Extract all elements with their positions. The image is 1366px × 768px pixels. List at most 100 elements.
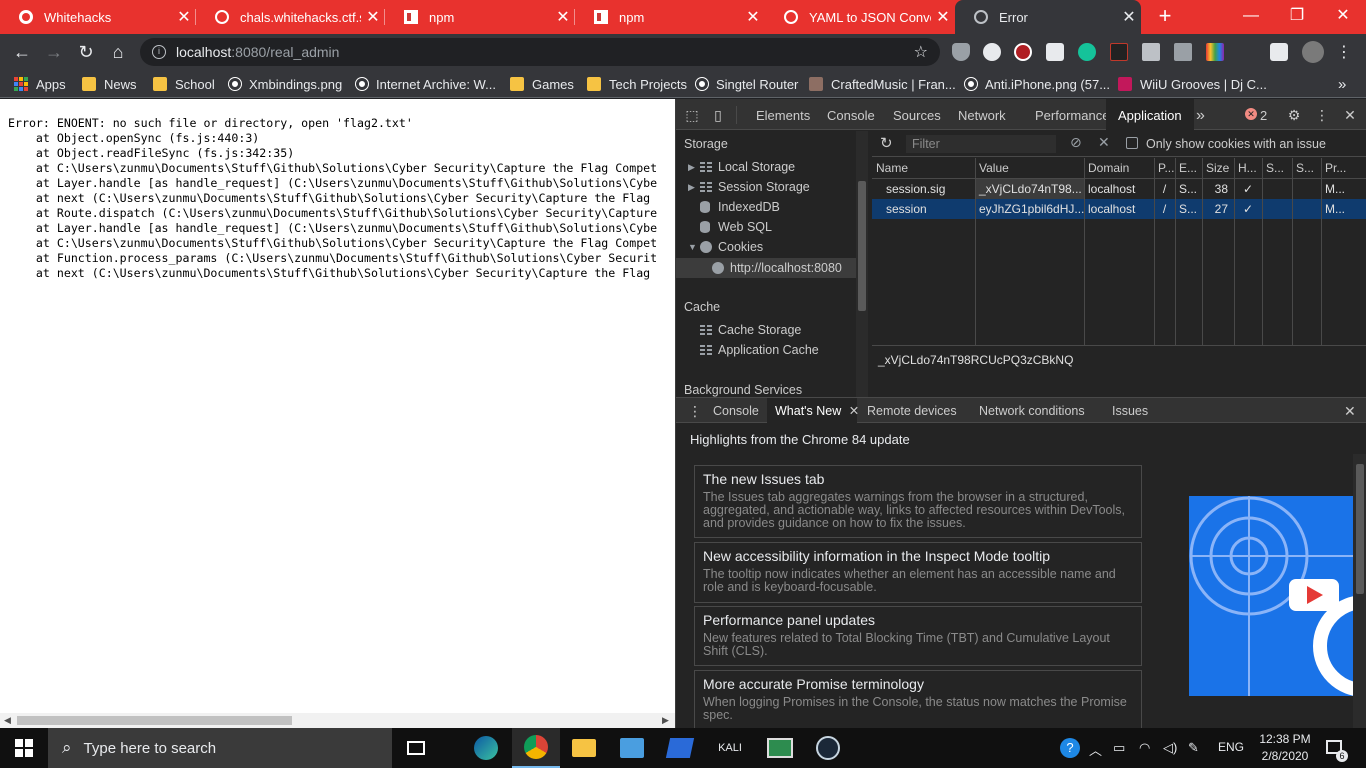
devtools-tab-elements[interactable]: Elements: [756, 99, 810, 130]
close-drawer-icon[interactable]: ✕: [1344, 398, 1356, 423]
sidebar-item-indexeddb[interactable]: IndexedDB: [700, 200, 780, 214]
close-tab-icon[interactable]: ✕: [551, 7, 575, 27]
bookmark-star-icon[interactable]: ☆: [914, 42, 928, 62]
delete-selected-icon[interactable]: ✕: [1098, 134, 1110, 151]
color-picker-icon[interactable]: [1206, 43, 1224, 61]
column-header[interactable]: S...: [1262, 158, 1292, 178]
bookmark-internet-archive[interactable]: Internet Archive: W...: [356, 76, 496, 92]
devtools-tab-performance[interactable]: Performance: [1035, 99, 1109, 130]
bookmark-craftedmusic[interactable]: CraftedMusic | Fran...: [809, 76, 956, 92]
powershell-button[interactable]: [656, 728, 704, 768]
drawer-tab-whats-new[interactable]: What's New ✕: [767, 398, 859, 423]
sidebar-item-cookie-origin[interactable]: http://localhost:8080: [676, 258, 856, 278]
tab-yaml-json[interactable]: YAML to JSON Converte ✕: [765, 0, 955, 34]
feature-card[interactable]: New accessibility information in the Ins…: [694, 542, 1142, 603]
close-tab-icon[interactable]: ✕: [172, 7, 196, 27]
close-tab-icon[interactable]: ✕: [741, 7, 765, 27]
grammarly-icon[interactable]: [1078, 43, 1096, 61]
bookmark-xmbindings[interactable]: Xmbindings.png: [229, 76, 342, 92]
sidebar-scrollbar[interactable]: [856, 131, 868, 397]
bookmark-anti-iphone[interactable]: Anti.iPhone.png (57...: [965, 76, 1110, 92]
task-view-button[interactable]: [392, 728, 440, 768]
back-button[interactable]: ←: [8, 38, 36, 66]
drawer-menu-icon[interactable]: ⋮: [688, 398, 702, 423]
settings-gear-icon[interactable]: ⚙: [1286, 107, 1302, 123]
bookmark-games[interactable]: Games: [510, 76, 574, 92]
expand-arrow-icon[interactable]: ▶: [688, 182, 700, 193]
column-header[interactable]: E...: [1175, 158, 1202, 178]
file-explorer-button[interactable]: [560, 728, 608, 768]
reload-button[interactable]: ↻: [72, 38, 100, 66]
sidebar-item-web-sql[interactable]: Web SQL: [700, 220, 772, 234]
sidebar-item-cache-storage[interactable]: Cache Storage: [700, 323, 801, 337]
bookmark-tech-projects[interactable]: Tech Projects: [587, 76, 687, 92]
new-tab-button[interactable]: +: [1152, 2, 1178, 30]
taskbar-search-box[interactable]: ⌕ Type here to search: [48, 728, 392, 768]
column-header[interactable]: Value: [975, 158, 1084, 178]
scroll-right-icon[interactable]: ▶: [662, 715, 669, 726]
close-tab-icon[interactable]: ✕: [1117, 7, 1141, 27]
pen-workspace-icon[interactable]: ✎: [1188, 740, 1199, 756]
inspect-element-icon[interactable]: ⬚: [684, 107, 700, 123]
column-header[interactable]: Domain: [1084, 158, 1154, 178]
start-button[interactable]: [0, 728, 48, 768]
minimize-button[interactable]: —: [1228, 0, 1274, 34]
close-tab-icon[interactable]: ✕: [931, 7, 955, 27]
scrollbar-thumb[interactable]: [858, 181, 866, 311]
feature-card[interactable]: The new Issues tab The Issues tab aggreg…: [694, 465, 1142, 538]
bookmark-school[interactable]: School: [153, 76, 215, 92]
cookie-filter-input[interactable]: [906, 135, 1056, 153]
bookmark-apps[interactable]: Apps: [14, 76, 66, 92]
close-tab-icon[interactable]: ✕: [849, 404, 859, 418]
error-icon[interactable]: ✕: [1245, 108, 1257, 120]
chrome-84-video-thumbnail[interactable]: [1189, 496, 1353, 696]
column-header[interactable]: Name: [872, 158, 975, 178]
only-issues-checkbox[interactable]: [1126, 137, 1138, 149]
chrome-menu-icon[interactable]: ⋮: [1336, 42, 1352, 62]
column-header[interactable]: P...: [1154, 158, 1175, 178]
devtools-tab-sources[interactable]: Sources: [893, 99, 941, 130]
profile-avatar[interactable]: [1302, 41, 1324, 63]
more-tabs-button[interactable]: »: [1196, 99, 1205, 130]
sidebar-item-cookies[interactable]: ▼ Cookies: [688, 240, 763, 254]
bookmark-news[interactable]: News: [82, 76, 137, 92]
device-toolbar-icon[interactable]: ▯: [710, 107, 726, 123]
bookmark-singtel-router[interactable]: Singtel Router: [696, 76, 798, 92]
column-header[interactable]: Size: [1202, 158, 1234, 178]
feature-card[interactable]: More accurate Promise terminology When l…: [694, 670, 1142, 728]
devtools-tab-network[interactable]: Network: [958, 99, 1006, 130]
sidebar-item-local-storage[interactable]: ▶ Local Storage: [688, 160, 795, 174]
tab-npm-1[interactable]: npm ✕: [385, 0, 575, 34]
scrollbar-thumb[interactable]: [1356, 464, 1364, 594]
horizontal-scrollbar[interactable]: ◀ ▶: [0, 713, 675, 728]
customize-menu-icon[interactable]: ⋮: [1314, 107, 1330, 123]
shield-extension-icon[interactable]: [952, 43, 970, 61]
chrome-button[interactable]: [512, 728, 560, 768]
collapse-arrow-icon[interactable]: ▼: [688, 242, 700, 252]
devtools-tab-console[interactable]: Console: [827, 99, 875, 130]
extensions-puzzle-icon[interactable]: [1270, 43, 1288, 61]
drawer-tab-console[interactable]: Console: [713, 398, 759, 423]
restore-button[interactable]: ❐: [1274, 0, 1320, 34]
drawer-tab-issues[interactable]: Issues: [1112, 398, 1148, 423]
close-devtools-icon[interactable]: ✕: [1342, 107, 1358, 123]
error-count[interactable]: 2: [1260, 99, 1267, 130]
column-header[interactable]: H...: [1234, 158, 1262, 178]
bookmarks-overflow-button[interactable]: »: [1338, 76, 1346, 93]
tab-whitehacks[interactable]: Whitehacks ✕: [0, 0, 196, 34]
whats-new-scrollbar[interactable]: [1353, 454, 1366, 728]
show-hidden-icons-chevron-icon[interactable]: ︿: [1089, 740, 1102, 759]
wifi-icon[interactable]: ◠: [1139, 740, 1150, 756]
forward-button[interactable]: →: [40, 38, 68, 66]
scroll-left-icon[interactable]: ◀: [4, 715, 11, 726]
language-indicator[interactable]: ENG: [1218, 740, 1244, 754]
expand-arrow-icon[interactable]: ▶: [688, 162, 700, 173]
address-bar[interactable]: i localhost :8080/real_admin ☆: [140, 38, 940, 66]
clock-date[interactable]: 2/8/2020: [1257, 749, 1313, 763]
steam-button[interactable]: [804, 728, 852, 768]
drive-extension-icon[interactable]: [1174, 43, 1192, 61]
refresh-icon[interactable]: ↻: [880, 134, 893, 152]
feature-card[interactable]: Performance panel updates New features r…: [694, 606, 1142, 666]
home-button[interactable]: ⌂: [104, 38, 132, 66]
close-tab-icon[interactable]: ✕: [361, 7, 385, 27]
